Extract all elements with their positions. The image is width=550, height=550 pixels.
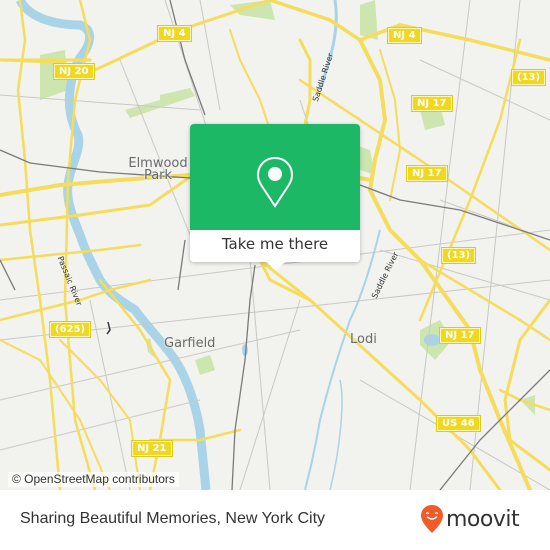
moovit-logo[interactable]: moovit [420,504,520,534]
route-shield-nj17-north: NJ 17 [412,96,452,111]
map-attribution[interactable]: © OpenStreetMap contributors [8,472,179,487]
route-shield-nj21: NJ 21 [132,441,172,456]
route-shield-cr625: (625) [50,322,91,337]
route-shield-nj4-east: NJ 4 [388,28,421,43]
location-title: Sharing Beautiful Memories, New York Cit… [20,510,326,527]
route-shield-cr13-north: (13) [512,70,546,85]
route-shield-us46: US 46 [437,416,480,431]
route-shield-nj20: NJ 20 [54,64,94,79]
route-shield-nj4-west: NJ 4 [158,26,191,41]
popup-header [190,124,360,230]
place-label-garfield: Garfield [164,336,216,351]
moovit-smiley-pin-icon [421,505,443,533]
route-shield-cr13-mid: (13) [442,248,476,263]
map-pin-icon [256,156,294,208]
location-popup: Take me there [190,124,360,271]
place-label-elmwood-park: Elmwood Park [128,157,188,183]
place-label-elmwood-line2: Park [143,168,173,183]
moovit-wordmark: moovit [446,506,520,532]
take-me-there-button[interactable]: Take me there [190,230,360,262]
route-shield-nj17-south: NJ 17 [440,328,480,343]
footer-bar: Sharing Beautiful Memories, New York Cit… [0,490,550,550]
popup-pointer [266,261,286,271]
route-shield-nj17-mid: NJ 17 [407,166,447,181]
place-label-lodi: Lodi [350,332,377,347]
